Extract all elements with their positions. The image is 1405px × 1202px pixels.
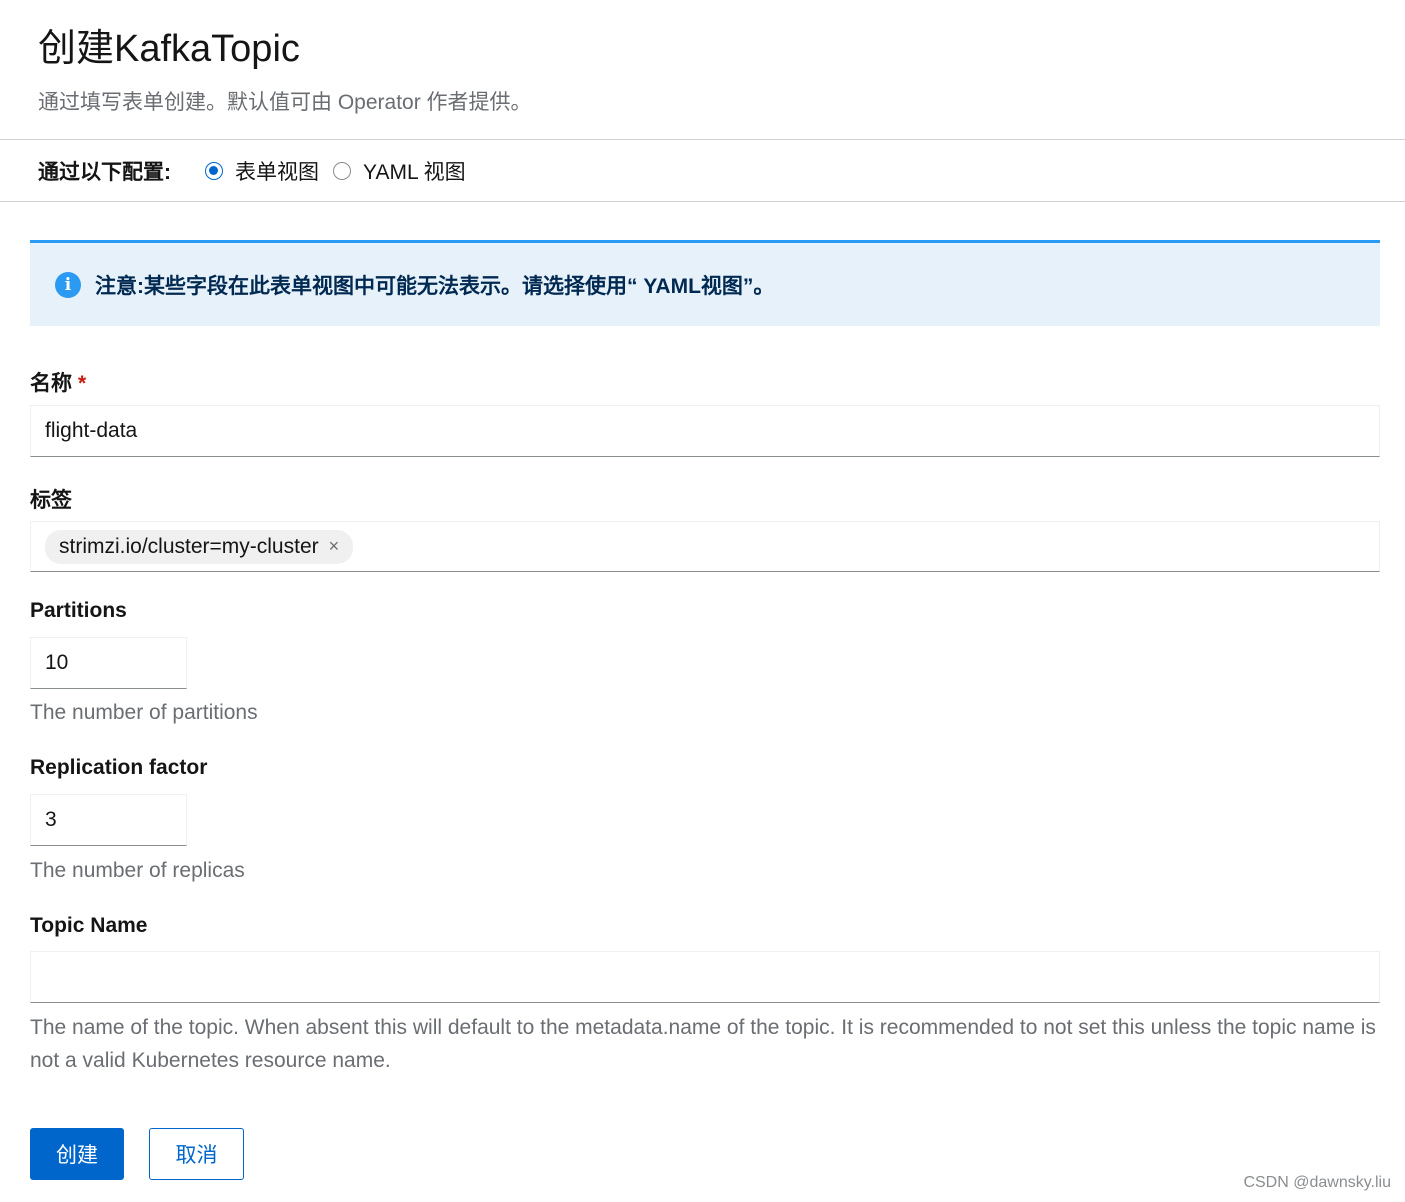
replication-helper: The number of replicas — [30, 859, 245, 882]
close-icon[interactable]: × — [329, 536, 340, 557]
create-button[interactable]: 创建 — [30, 1128, 124, 1180]
config-label: 通过以下配置: — [38, 160, 171, 184]
page-header: 创建KafkaTopic 通过填写表单创建。默认值可由 Operator 作者提… — [0, 0, 1405, 140]
labels-input[interactable]: strimzi.io/cluster=my-cluster × — [30, 521, 1380, 572]
replication-input[interactable]: 3 — [30, 794, 187, 846]
cancel-button[interactable]: 取消 — [149, 1128, 244, 1180]
page-subtitle: 通过填写表单创建。默认值可由 Operator 作者提供。 — [38, 91, 532, 114]
form-view-label: 表单视图 — [235, 160, 319, 184]
required-marker: * — [78, 372, 87, 395]
alert-text: 注意:某些字段在此表单视图中可能无法表示。请选择使用“ YAML视图”。 — [95, 274, 775, 298]
partitions-input[interactable]: 10 — [30, 637, 187, 689]
yaml-view-option[interactable]: YAML 视图 — [333, 156, 466, 186]
topic-name-label: Topic Name — [30, 914, 148, 937]
label-chip: strimzi.io/cluster=my-cluster × — [45, 529, 354, 564]
name-input[interactable]: flight-data — [30, 405, 1380, 457]
info-icon: i — [55, 271, 81, 298]
name-input-value: flight-data — [45, 419, 138, 442]
replication-label: Replication factor — [30, 756, 208, 779]
config-selector: 通过以下配置: 表单视图 YAML 视图 — [0, 140, 1405, 202]
form-view-option[interactable]: 表单视图 — [205, 156, 319, 186]
name-label-text: 名称 — [30, 372, 72, 395]
replication-value: 3 — [45, 808, 57, 831]
partitions-helper: The number of partitions — [30, 701, 258, 724]
yaml-view-radio[interactable] — [333, 161, 351, 180]
form-view-radio[interactable] — [205, 161, 223, 180]
labels-label: 标签 — [30, 489, 72, 512]
name-label: 名称 * — [30, 367, 86, 397]
label-chip-text: strimzi.io/cluster=my-cluster — [59, 534, 319, 558]
watermark: CSDN @dawnsky.liu — [1243, 1174, 1391, 1191]
partitions-value: 10 — [45, 651, 69, 674]
partitions-label: Partitions — [30, 599, 127, 622]
page-title: 创建KafkaTopic — [38, 28, 300, 70]
topic-name-input[interactable] — [30, 951, 1380, 1003]
info-alert: i 注意:某些字段在此表单视图中可能无法表示。请选择使用“ YAML视图”。 — [30, 240, 1380, 326]
yaml-view-label: YAML 视图 — [363, 160, 466, 184]
topic-name-helper: The name of the topic. When absent this … — [30, 1016, 1376, 1072]
